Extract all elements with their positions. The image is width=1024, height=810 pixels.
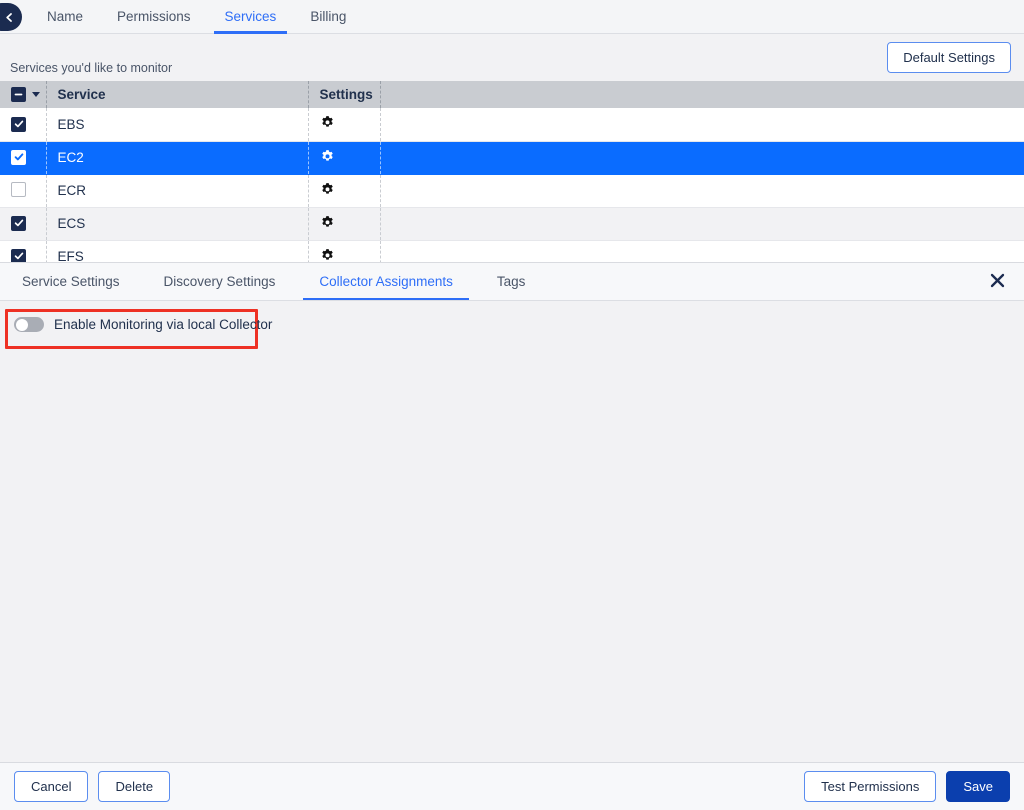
row-service-name: EBS [45, 108, 308, 142]
row-spacer [379, 108, 1024, 142]
row-checkbox[interactable] [11, 215, 26, 231]
close-panel-button[interactable] [986, 272, 1008, 294]
subheader-label: Services you'd like to monitor [10, 61, 173, 75]
header-select-all-cell [0, 81, 46, 108]
row-service-name: ECR [45, 174, 308, 208]
tab-services-label: Services [224, 9, 277, 24]
table-row[interactable]: EFS [0, 240, 1024, 262]
tab-tags[interactable]: Tags [475, 262, 548, 300]
header-settings[interactable]: Settings [307, 81, 380, 108]
row-checkbox[interactable] [11, 116, 26, 132]
table-header-row: Service Settings [0, 81, 1024, 108]
tab-discovery-settings[interactable]: Discovery Settings [142, 262, 298, 300]
tab-name[interactable]: Name [30, 0, 100, 34]
services-table: Service Settings EBS EC2 ECR ECS EFS [0, 81, 1024, 262]
subheader: Services you'd like to monitor Default S… [0, 34, 1024, 81]
gear-icon[interactable] [320, 182, 335, 197]
row-checkbox-cell [0, 108, 46, 142]
gear-icon[interactable] [320, 248, 335, 263]
row-checkbox-cell [0, 207, 46, 241]
minus-icon [14, 93, 23, 96]
tab-discovery-settings-label: Discovery Settings [163, 273, 276, 289]
tab-services[interactable]: Services [208, 0, 294, 34]
table-row[interactable]: EC2 [0, 141, 1024, 175]
table-row[interactable]: EBS [0, 108, 1024, 142]
check-icon [14, 120, 23, 128]
check-icon [14, 252, 23, 260]
test-permissions-button[interactable]: Test Permissions [804, 771, 937, 802]
detail-panel-tabs: Service Settings Discovery Settings Coll… [0, 263, 1024, 301]
header-spacer [379, 81, 1024, 108]
top-tabs: Name Permissions Services Billing [30, 0, 363, 34]
services-table-body: EBS EC2 ECR ECS EFS [0, 108, 1024, 262]
close-icon [989, 272, 1006, 294]
row-checkbox-cell [0, 141, 46, 175]
row-settings-cell [307, 207, 380, 241]
chevron-left-icon [4, 12, 15, 23]
tab-billing[interactable]: Billing [293, 0, 363, 34]
row-checkbox[interactable] [11, 248, 26, 262]
check-icon [14, 219, 23, 227]
select-all-dropdown-icon[interactable] [32, 92, 40, 97]
row-checkbox-cell [0, 174, 46, 208]
row-spacer [379, 174, 1024, 208]
services-table-container[interactable]: Service Settings EBS EC2 ECR ECS EFS [0, 81, 1024, 262]
row-service-name: ECS [45, 207, 308, 241]
check-icon [14, 153, 23, 161]
row-checkbox[interactable] [11, 181, 26, 197]
row-settings-cell [307, 108, 380, 142]
row-checkbox-cell [0, 240, 46, 262]
row-checkbox[interactable] [11, 149, 26, 165]
header-service[interactable]: Service [45, 81, 308, 108]
footer-right-actions: Test Permissions Save [804, 771, 1010, 802]
tab-service-settings[interactable]: Service Settings [0, 262, 142, 300]
row-settings-cell [307, 174, 380, 208]
row-spacer [379, 141, 1024, 175]
enable-monitoring-row[interactable]: Enable Monitoring via local Collector [14, 317, 272, 332]
tab-collector-assignments-label: Collector Assignments [319, 273, 453, 289]
tab-service-settings-label: Service Settings [22, 273, 120, 289]
footer-left-actions: Cancel Delete [14, 771, 171, 802]
tab-billing-label: Billing [310, 9, 347, 24]
back-button[interactable] [0, 3, 22, 31]
footer-actions: Cancel Delete Test Permissions Save [0, 762, 1024, 810]
gear-icon[interactable] [320, 149, 335, 164]
enable-monitoring-label: Enable Monitoring via local Collector [54, 317, 273, 332]
row-spacer [379, 207, 1024, 241]
aws-account-config-window: Name Permissions Services Billing Servic… [0, 0, 1024, 810]
tab-tags-label: Tags [496, 273, 526, 289]
gear-icon[interactable] [320, 215, 335, 230]
row-service-name: EC2 [45, 141, 308, 175]
tab-permissions-label: Permissions [117, 9, 191, 24]
tab-permissions[interactable]: Permissions [100, 0, 208, 34]
row-settings-cell [307, 240, 380, 263]
tab-collector-assignments[interactable]: Collector Assignments [297, 262, 475, 300]
detail-panel-body: Enable Monitoring via local Collector [0, 301, 1024, 762]
table-row[interactable]: ECS [0, 207, 1024, 241]
select-all-checkbox[interactable] [11, 87, 26, 102]
detail-panel: Service Settings Discovery Settings Coll… [0, 262, 1024, 810]
gear-icon[interactable] [320, 115, 335, 130]
delete-button[interactable]: Delete [98, 771, 171, 802]
default-settings-button[interactable]: Default Settings [887, 42, 1011, 73]
toggle-knob [15, 318, 28, 331]
save-button[interactable]: Save [946, 771, 1010, 802]
top-tab-bar: Name Permissions Services Billing [0, 0, 1024, 34]
row-service-name: EFS [45, 240, 308, 262]
table-row[interactable]: ECR [0, 174, 1024, 208]
tab-name-label: Name [47, 9, 84, 24]
enable-monitoring-toggle[interactable] [14, 317, 44, 332]
cancel-button[interactable]: Cancel [14, 771, 89, 802]
row-settings-cell [307, 141, 380, 175]
row-spacer [379, 240, 1024, 262]
